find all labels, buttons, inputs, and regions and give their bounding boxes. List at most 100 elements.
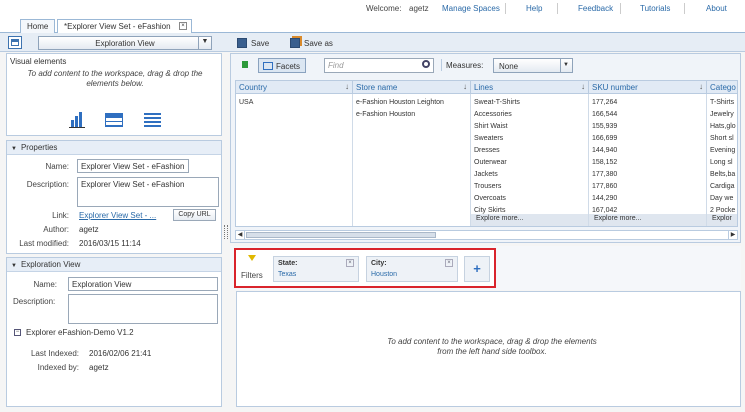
panel-toggle-icon[interactable] bbox=[8, 36, 22, 49]
facet-header-country[interactable]: Country ↓ bbox=[236, 81, 353, 94]
explore-more-sku[interactable]: Explore more... bbox=[589, 214, 706, 226]
facet-value[interactable]: 155,939 bbox=[589, 122, 706, 134]
exploration-view-title: Exploration View bbox=[20, 260, 81, 269]
copy-url-button[interactable]: Copy URL bbox=[173, 209, 216, 221]
add-filter-button[interactable]: + bbox=[464, 256, 490, 282]
view-select[interactable]: Exploration View ▼ bbox=[38, 36, 212, 50]
sort-icon[interactable]: ↓ bbox=[463, 82, 467, 91]
properties-header[interactable]: ▼ Properties bbox=[7, 141, 221, 155]
splitter-handle[interactable] bbox=[224, 225, 228, 239]
feedback-link[interactable]: Feedback bbox=[578, 4, 613, 13]
measures-select[interactable]: None ▼ bbox=[493, 58, 573, 73]
facet-value[interactable]: 144,940 bbox=[589, 146, 706, 158]
facet-value[interactable]: 177,380 bbox=[589, 170, 706, 182]
facet-value[interactable]: Outerwear bbox=[471, 158, 588, 170]
facet-header-lines[interactable]: Lines ↓ bbox=[471, 81, 589, 94]
save-as-label: Save as bbox=[304, 39, 333, 48]
ev-name-field[interactable]: Exploration View bbox=[68, 277, 218, 291]
save-as-button[interactable]: Save as bbox=[290, 36, 333, 49]
explore-more-category[interactable]: Explor bbox=[707, 214, 737, 226]
facet-value[interactable]: Overcoats bbox=[471, 194, 588, 206]
collapse-icon: ▼ bbox=[11, 263, 17, 269]
filter-chip-state[interactable]: State: Texas × bbox=[273, 256, 359, 282]
save-label: Save bbox=[251, 39, 270, 48]
bar-chart-icon[interactable] bbox=[69, 112, 85, 128]
about-link[interactable]: About bbox=[706, 4, 727, 13]
workspace-hint: To add content to the workspace, drag & … bbox=[387, 337, 597, 356]
facet-value[interactable]: Jewelry bbox=[707, 110, 737, 122]
facet-value[interactable]: Short sl bbox=[707, 134, 737, 146]
close-icon[interactable]: × bbox=[346, 259, 354, 267]
ev-description-label: Description: bbox=[13, 297, 56, 306]
tutorials-link[interactable]: Tutorials bbox=[640, 4, 670, 13]
name-field[interactable]: Explorer View Set - eFashion bbox=[77, 159, 189, 173]
collapse-icon[interactable]: − bbox=[14, 329, 21, 336]
last-modified-label: Last modified: bbox=[19, 239, 69, 248]
facet-header-store-name[interactable]: Store name ↓ bbox=[353, 81, 471, 94]
facet-value[interactable]: Jackets bbox=[471, 170, 588, 182]
facets-button[interactable]: Facets bbox=[258, 58, 306, 73]
collapse-icon: ▼ bbox=[11, 146, 17, 152]
facets-icon bbox=[263, 62, 273, 70]
link-label: Link: bbox=[52, 211, 69, 220]
facet-value[interactable]: 177,860 bbox=[589, 182, 706, 194]
facet-value[interactable]: USA bbox=[236, 98, 352, 110]
facet-value[interactable]: Accessories bbox=[471, 110, 588, 122]
facet-value[interactable]: 166,699 bbox=[589, 134, 706, 146]
facet-value[interactable]: Belts,ba bbox=[707, 170, 737, 182]
facet-value[interactable]: 158,152 bbox=[589, 158, 706, 170]
facet-value[interactable]: Shirt Waist bbox=[471, 122, 588, 134]
ev-description-field[interactable] bbox=[68, 294, 218, 324]
facet-value[interactable]: Hats,glo bbox=[707, 122, 737, 134]
close-icon[interactable]: × bbox=[445, 259, 453, 267]
facet-value[interactable]: e-Fashion Houston bbox=[353, 110, 470, 122]
facet-value[interactable]: Long sl bbox=[707, 158, 737, 170]
user-name: agetz bbox=[409, 4, 429, 13]
scroll-thumb[interactable] bbox=[246, 232, 436, 238]
filter-chip-value[interactable]: Texas bbox=[278, 271, 296, 278]
chevron-down-icon: ▼ bbox=[560, 59, 572, 72]
scroll-left-icon[interactable]: ◀ bbox=[236, 231, 245, 239]
save-button[interactable]: Save bbox=[237, 36, 269, 49]
tab-strip: Home *Explorer View Set - eFashion × bbox=[0, 18, 745, 34]
filter-chip-city[interactable]: City: Houston × bbox=[366, 256, 458, 282]
facet-value[interactable]: Cardiga bbox=[707, 182, 737, 194]
facet-value[interactable]: 166,544 bbox=[589, 110, 706, 122]
manage-spaces-link[interactable]: Manage Spaces bbox=[442, 4, 500, 13]
facet-value[interactable]: Evening bbox=[707, 146, 737, 158]
help-link[interactable]: Help bbox=[526, 4, 542, 13]
facet-value[interactable]: 144,290 bbox=[589, 194, 706, 206]
explore-more-lines[interactable]: Explore more... bbox=[471, 214, 588, 226]
author-value: agetz bbox=[79, 225, 99, 234]
exploration-view-header[interactable]: ▼ Exploration View bbox=[7, 258, 221, 272]
list-icon[interactable] bbox=[144, 113, 161, 127]
sort-icon[interactable]: ↓ bbox=[699, 82, 703, 91]
workspace-drop-area[interactable]: To add content to the workspace, drag & … bbox=[236, 291, 741, 407]
scroll-right-icon[interactable]: ▶ bbox=[728, 231, 737, 239]
close-tab-icon[interactable]: × bbox=[179, 22, 187, 30]
tab-explorer-view-set[interactable]: *Explorer View Set - eFashion × bbox=[57, 19, 192, 34]
view-set-link[interactable]: Explorer View Set - ... bbox=[79, 211, 156, 220]
facet-value[interactable]: T-Shirts bbox=[707, 98, 737, 110]
description-field[interactable]: Explorer View Set - eFashion bbox=[77, 177, 219, 207]
facet-value[interactable]: Sweat-T-Shirts bbox=[471, 98, 588, 110]
table-icon[interactable] bbox=[105, 113, 123, 127]
find-input[interactable]: Find bbox=[324, 58, 434, 73]
facet-header-sku-number[interactable]: SKU number ↓ bbox=[589, 81, 707, 94]
indexed-by-value: agetz bbox=[89, 363, 109, 372]
facet-value[interactable]: Sweaters bbox=[471, 134, 588, 146]
pin-icon[interactable] bbox=[242, 61, 248, 68]
sort-icon[interactable]: ↓ bbox=[581, 82, 585, 91]
facet-header-category[interactable]: Catego bbox=[707, 81, 737, 94]
horizontal-scrollbar[interactable]: ◀ ▶ bbox=[235, 230, 738, 240]
facet-value[interactable]: 177,264 bbox=[589, 98, 706, 110]
facet-value[interactable]: Trousers bbox=[471, 182, 588, 194]
visual-elements-title: Visual elements bbox=[7, 54, 221, 69]
sort-icon[interactable]: ↓ bbox=[345, 82, 349, 91]
facet-value[interactable]: Day we bbox=[707, 194, 737, 206]
view-select-value: Exploration View bbox=[95, 39, 155, 48]
facet-value[interactable]: e-Fashion Houston Leighton bbox=[353, 98, 470, 110]
facet-value[interactable]: Dresses bbox=[471, 146, 588, 158]
filter-chip-value[interactable]: Houston bbox=[371, 271, 397, 278]
tab-home[interactable]: Home bbox=[20, 19, 55, 33]
